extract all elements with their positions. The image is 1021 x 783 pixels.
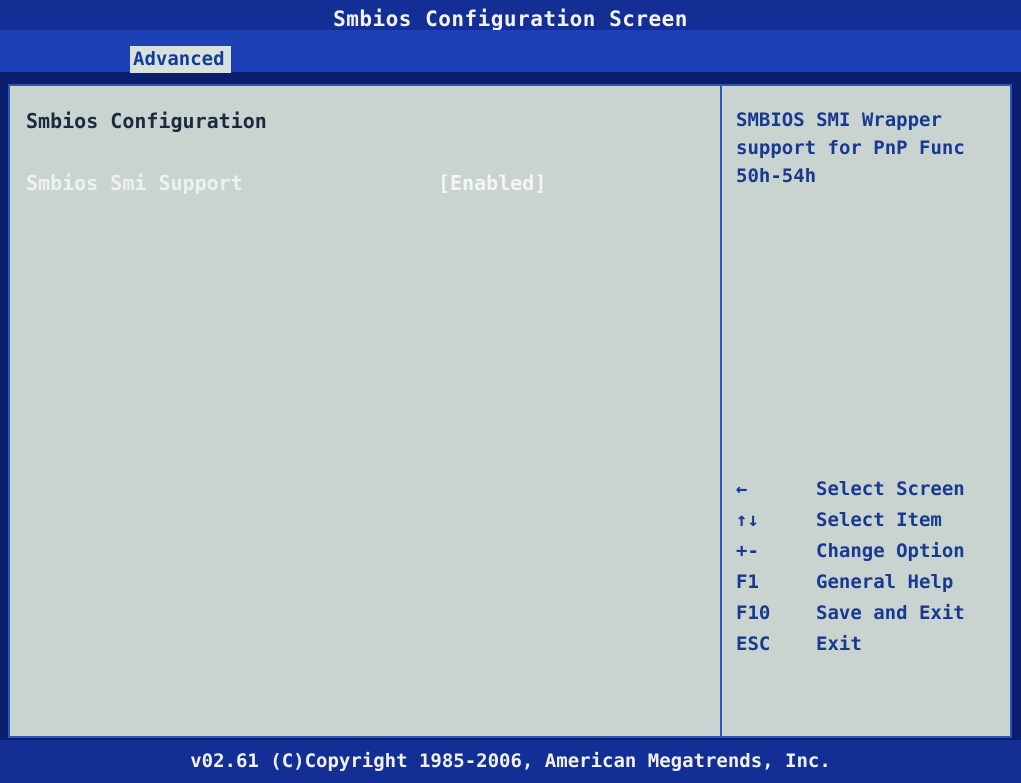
tab-advanced[interactable]: Advanced <box>130 46 231 73</box>
key-row-exit: ESC Exit <box>736 629 1006 660</box>
menu-bar: Advanced <box>0 30 1021 73</box>
key-action: General Help <box>816 571 954 593</box>
key-action: Change Option <box>816 540 965 562</box>
key-action: Select Screen <box>816 478 965 500</box>
key-action: Select Item <box>816 509 942 531</box>
f1-key: F1 <box>736 571 759 593</box>
up-down-arrow-icon: ↑↓ <box>736 509 759 531</box>
setting-smbios-smi-support[interactable]: Smbios Smi Support [Enabled] <box>26 170 706 198</box>
screen-title: Smbios Configuration Screen <box>333 7 688 31</box>
key-row-general-help: F1 General Help <box>736 567 1006 598</box>
f10-key: F10 <box>736 602 771 624</box>
key-action: Save and Exit <box>816 602 965 624</box>
key-row-save-exit: F10 Save and Exit <box>736 598 1006 629</box>
key-legend: ← Select Screen ↑↓ Select Item +- Change… <box>736 474 1006 660</box>
panel-divider <box>720 86 722 736</box>
key-row-change-option: +- Change Option <box>736 536 1006 567</box>
plus-minus-key: +- <box>736 540 759 562</box>
section-title: Smbios Configuration <box>26 109 267 133</box>
esc-key: ESC <box>736 633 771 655</box>
copyright-text: v02.61 (C)Copyright 1985-2006, American … <box>190 750 831 772</box>
help-text: SMBIOS SMI Wrapper support for PnP Func … <box>736 106 998 190</box>
setting-label: Smbios Smi Support <box>26 171 243 195</box>
setting-value[interactable]: [Enabled] <box>438 170 546 196</box>
key-row-select-item: ↑↓ Select Item <box>736 505 1006 536</box>
main-panel: Smbios Configuration Smbios Smi Support … <box>8 84 1012 738</box>
key-action: Exit <box>816 633 862 655</box>
bios-screen: Smbios Configuration Screen Advanced Smb… <box>0 0 1021 783</box>
copyright-footer: v02.61 (C)Copyright 1985-2006, American … <box>0 740 1021 783</box>
help-line: support for PnP Func <box>736 137 965 159</box>
left-arrow-icon: ← <box>736 478 748 500</box>
help-line: 50h-54h <box>736 165 817 187</box>
key-row-select-screen: ← Select Screen <box>736 474 1006 505</box>
help-line: SMBIOS SMI Wrapper <box>736 109 942 131</box>
